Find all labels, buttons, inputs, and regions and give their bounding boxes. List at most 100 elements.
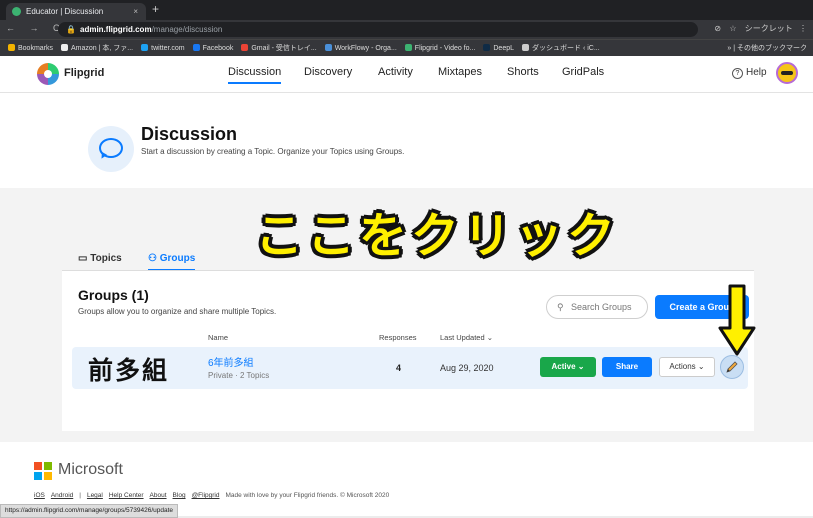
discussion-bubble-icon (88, 126, 134, 172)
column-name: Name (208, 333, 229, 342)
nav-discussion[interactable]: Discussion (228, 66, 282, 84)
nav-gridpals[interactable]: GridPals (562, 66, 604, 78)
bookmark-favicon-icon (192, 44, 200, 51)
bookmark-label: ダッシュボード ‹ iC... (532, 45, 600, 52)
bookmark-label: Facebook (202, 45, 234, 52)
column-last-updated[interactable]: Last Updated ⌄ (440, 333, 493, 342)
new-tab-button[interactable]: + (152, 2, 159, 16)
menu-dots-icon[interactable]: ⋮ (799, 24, 807, 33)
footer-link-blog[interactable]: Blog (173, 492, 186, 499)
bookmark-label: twitter.com (151, 45, 185, 52)
column-responses: Responses (379, 333, 417, 342)
help-link[interactable]: ? Help (732, 67, 767, 79)
page: Flipgrid Discussion Discovery Activity M… (0, 56, 813, 516)
nav-discovery[interactable]: Discovery (304, 66, 352, 78)
bookmark-favicon-icon (324, 44, 332, 51)
bookmark-label: Amazon | 本, ファ... (71, 45, 134, 52)
groups-subtitle: Groups allow you to organize and share m… (78, 307, 277, 316)
nav-mixtapes[interactable]: Mixtapes (438, 66, 482, 78)
url-path: /manage/discussion (151, 25, 223, 34)
bookmark-favicon-icon (483, 44, 491, 51)
footer-link-help-center[interactable]: Help Center (109, 492, 144, 499)
flipgrid-favicon-icon (12, 7, 21, 16)
status-dropdown[interactable]: Active ⌄ (540, 357, 596, 377)
groups-title: Groups (1) (78, 287, 149, 303)
url-field[interactable]: 🔒 admin.flipgrid.com/manage/discussion (58, 22, 698, 37)
tab-topics-label: Topics (90, 253, 122, 264)
user-avatar[interactable] (776, 62, 798, 84)
bookmark-item[interactable]: Facebook (192, 40, 234, 57)
footer-link-about[interactable]: About (150, 492, 167, 499)
bookmark-label: WorkFlowy - Orga... (334, 45, 397, 52)
groups-card: Groups (1) Groups allow you to organize … (62, 270, 754, 431)
close-tab-icon[interactable]: × (133, 3, 138, 20)
browser-tab[interactable]: Educator | Discussion × (6, 3, 146, 20)
star-icon[interactable]: ☆ (729, 24, 736, 33)
page-title: Discussion (141, 124, 238, 144)
footer-link-legal[interactable]: Legal (87, 492, 103, 499)
browser-nav-buttons[interactable]: ← → C (6, 23, 66, 33)
bookmark-item[interactable]: Bookmarks (8, 40, 53, 57)
page-subtitle: Start a discussion by creating a Topic. … (141, 147, 405, 156)
bookmark-favicon-icon (61, 44, 69, 51)
flipgrid-logo-icon[interactable] (37, 63, 59, 85)
bookmark-item[interactable]: twitter.com (141, 40, 185, 57)
tab-topics[interactable]: ▭ Topics (78, 253, 122, 264)
group-responses: 4 (396, 363, 402, 373)
actions-dropdown[interactable]: Actions ⌄ (659, 357, 715, 377)
overlay-caption: ここをクリック (255, 208, 620, 264)
tab-title: Educator | Discussion (26, 7, 104, 16)
tab-groups[interactable]: ⚇ Groups (148, 253, 196, 271)
eye-off-icon[interactable]: ⊘ (714, 24, 721, 33)
search-groups-input[interactable]: ⚲ Search Groups (546, 295, 648, 319)
bookmark-item[interactable]: Amazon | 本, ファ... (61, 40, 133, 57)
bookmark-label: Flipgrid - Video fo... (414, 45, 476, 52)
bookmark-item[interactable]: Flipgrid - Video fo... (404, 40, 476, 57)
footer-link-ios[interactable]: iOS (34, 492, 45, 499)
bookmark-favicon-icon (522, 44, 530, 51)
bookmark-label: Bookmarks (18, 45, 54, 52)
url-host: admin.flipgrid.com (80, 25, 152, 34)
nav-shorts[interactable]: Shorts (507, 66, 539, 78)
address-bar-row: ← → C 🔒 admin.flipgrid.com/manage/discus… (0, 20, 813, 39)
bookmark-item[interactable]: Gmail - 受信トレイ... (241, 40, 317, 57)
bookmark-item[interactable]: WorkFlowy - Orga... (324, 40, 397, 57)
footer-separator: | (79, 492, 81, 499)
pencil-icon (726, 361, 738, 373)
bookmark-favicon-icon (8, 44, 15, 51)
other-bookmarks[interactable]: » | その他のブックマーク (727, 40, 807, 57)
browser-tab-strip: Educator | Discussion × + (0, 0, 813, 20)
footer-links: iOS Android | Legal Help Center About Blog @Fli… (34, 492, 389, 499)
bookmark-item[interactable]: ダッシュボード ‹ iC... (522, 40, 600, 57)
bookmark-favicon-icon (141, 44, 149, 51)
microsoft-name: Microsoft (58, 461, 123, 478)
microsoft-logo-icon (34, 462, 52, 480)
help-label: Help (746, 67, 767, 78)
tab-groups-label: Groups (159, 253, 196, 264)
brand-name[interactable]: Flipgrid (64, 67, 104, 79)
group-meta: Private · 2 Topics (208, 371, 270, 380)
bookmark-favicon-icon (404, 44, 412, 51)
bookmark-label: DeepL (493, 45, 515, 52)
group-name-link[interactable]: 6年前多組 (208, 354, 254, 369)
incognito-label[interactable]: シークレット (745, 23, 793, 34)
table-row[interactable]: 前多組 6年前多組 Private · 2 Topics 4 Aug 29, 2… (72, 347, 748, 389)
groups-icon: ⚇ (148, 253, 160, 264)
bookmarks-bar: Bookmarks Amazon | 本, ファ... twitter.com Fac… (0, 39, 813, 57)
overlay-group-label: 前多組 (88, 356, 170, 385)
footer-link-android[interactable]: Android (51, 492, 73, 499)
top-navigation: Flipgrid Discussion Discovery Activity M… (0, 56, 813, 93)
footer-note: Made with love by your Flipgrid friends.… (225, 492, 390, 499)
bookmark-item[interactable]: DeepL (483, 40, 514, 57)
help-icon: ? (732, 68, 743, 79)
group-last-updated: Aug 29, 2020 (440, 363, 494, 373)
nav-activity[interactable]: Activity (378, 66, 413, 78)
footer-link-flipgrid[interactable]: @Flipgrid (192, 492, 220, 499)
search-placeholder: Search Groups (571, 302, 632, 312)
edit-pencil-button[interactable] (720, 355, 744, 379)
discussion-header: Discussion Start a discussion by creatin… (0, 93, 813, 188)
search-icon: ⚲ (557, 302, 564, 312)
share-button[interactable]: Share (602, 357, 652, 377)
topics-icon: ▭ (78, 253, 91, 264)
bookmark-favicon-icon (241, 44, 249, 51)
